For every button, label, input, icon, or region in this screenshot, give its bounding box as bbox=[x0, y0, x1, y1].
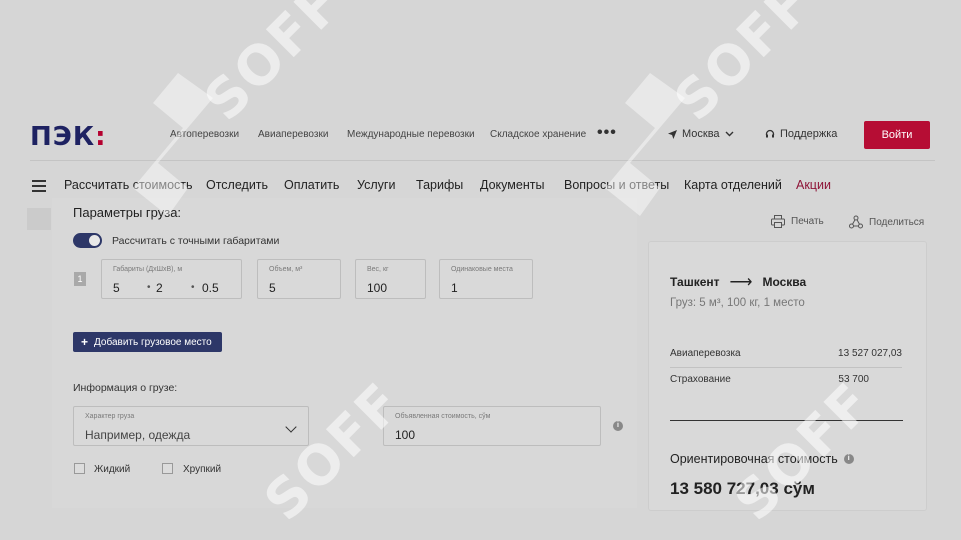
cargo-params-title: Параметры груза: bbox=[73, 205, 182, 220]
declared-value-field[interactable]: Объявленная стоимость, сўм 100 bbox=[383, 406, 601, 446]
route-from: Ташкент bbox=[670, 275, 720, 289]
more-menu-icon[interactable]: ••• bbox=[597, 124, 617, 142]
login-button[interactable]: Войти bbox=[864, 121, 930, 149]
nav-calculate[interactable]: Рассчитать стоимость bbox=[64, 178, 193, 192]
city-selector[interactable]: Москва bbox=[668, 128, 734, 140]
nav-auto[interactable]: Автоперевозки bbox=[170, 129, 239, 140]
print-label: Печать bbox=[791, 216, 824, 227]
declared-value-input[interactable]: 100 bbox=[395, 428, 415, 442]
share-label: Поделиться bbox=[869, 216, 925, 228]
volume-field[interactable]: Объем, м³ 5 bbox=[257, 259, 341, 299]
share-icon bbox=[849, 215, 863, 229]
total-divider bbox=[670, 420, 903, 421]
cost-label: Страхование bbox=[670, 374, 731, 385]
row-divider bbox=[670, 367, 902, 368]
weight-label: Вес, кг bbox=[367, 266, 389, 273]
support-link[interactable]: Поддержка bbox=[765, 128, 837, 140]
exact-dimensions-toggle[interactable] bbox=[73, 233, 102, 248]
side-tab bbox=[27, 208, 51, 230]
cargo-info-title: Информация о грузе: bbox=[73, 382, 178, 394]
places-input[interactable]: 1 bbox=[451, 281, 458, 295]
weight-field[interactable]: Вес, кг 100 bbox=[355, 259, 426, 299]
cost-amount: 13 527 027,03 bbox=[838, 348, 902, 359]
nav-promotions[interactable]: Акции bbox=[796, 178, 831, 192]
location-arrow-icon bbox=[668, 129, 677, 139]
chevron-down-icon bbox=[725, 131, 734, 137]
width-input[interactable]: 2 bbox=[156, 281, 163, 295]
dim-separator: • bbox=[191, 282, 195, 293]
dimensions-field[interactable]: Габариты (ДхШхВ), м 5 • 2 • 0.5 bbox=[101, 259, 242, 299]
volume-label: Объем, м³ bbox=[269, 266, 303, 273]
nav-faq[interactable]: Вопросы и ответы bbox=[564, 178, 669, 192]
cargo-summary: Груз: 5 м³, 100 кг, 1 место bbox=[670, 297, 805, 309]
estimate-value: 13 580 727,03 сўм bbox=[670, 479, 815, 498]
declared-value-label: Объявленная стоимость, сўм bbox=[395, 413, 491, 420]
places-label: Одинаковые места bbox=[451, 266, 513, 273]
weight-input[interactable]: 100 bbox=[367, 281, 387, 295]
nav-international[interactable]: Международные перевозки bbox=[347, 129, 475, 140]
length-input[interactable]: 5 bbox=[113, 281, 120, 295]
city-label: Москва bbox=[682, 128, 720, 140]
cargo-nature-label: Характер груза bbox=[85, 413, 135, 420]
pek-logo[interactable]: ПЭК: bbox=[30, 122, 107, 152]
nav-avia[interactable]: Авиаперевозки bbox=[258, 129, 328, 140]
arrow-right-icon: ⟶ bbox=[729, 274, 753, 291]
volume-input[interactable]: 5 bbox=[269, 281, 276, 295]
nav-storage[interactable]: Складское хранение bbox=[490, 129, 586, 140]
printer-icon bbox=[771, 215, 785, 228]
nav-offices-map[interactable]: Карта отделений bbox=[684, 178, 782, 192]
header-divider bbox=[30, 160, 935, 161]
toggle-label: Рассчитать с точными габаритами bbox=[112, 235, 280, 247]
dim-separator: • bbox=[147, 282, 151, 293]
watermark-logo-icon bbox=[605, 73, 685, 216]
fragile-label: Хрупкий bbox=[183, 464, 222, 475]
watermark-logo-icon bbox=[133, 73, 213, 216]
add-cargo-label: Добавить грузовое место bbox=[94, 336, 212, 348]
share-button[interactable]: Поделиться bbox=[849, 215, 924, 229]
nav-documents[interactable]: Документы bbox=[480, 178, 544, 192]
info-icon[interactable]: i bbox=[613, 421, 623, 431]
places-field[interactable]: Одинаковые места 1 bbox=[439, 259, 533, 299]
print-button[interactable]: Печать bbox=[771, 215, 824, 228]
nav-pay[interactable]: Оплатить bbox=[284, 178, 339, 192]
cost-amount: 53 700 bbox=[838, 374, 869, 385]
add-cargo-place-button[interactable]: + Добавить грузовое место bbox=[73, 332, 222, 352]
nav-tariffs[interactable]: Тарифы bbox=[416, 178, 463, 192]
cost-row-avia: Авиаперевозка 13 527 027,03 bbox=[670, 348, 902, 359]
cargo-place-number: 1 bbox=[74, 272, 86, 286]
headset-icon bbox=[765, 129, 775, 138]
plus-icon: + bbox=[81, 335, 89, 349]
dimensions-label: Габариты (ДхШхВ), м bbox=[113, 266, 183, 273]
route: Ташкент ⟶ Москва bbox=[670, 272, 806, 292]
cargo-nature-placeholder: Например, одежда bbox=[85, 428, 191, 442]
nav-track[interactable]: Отследить bbox=[206, 178, 268, 192]
height-input[interactable]: 0.5 bbox=[202, 281, 219, 295]
info-icon[interactable]: i bbox=[843, 454, 854, 464]
liquid-checkbox[interactable] bbox=[74, 463, 85, 474]
support-label: Поддержка bbox=[780, 128, 838, 140]
route-to: Москва bbox=[762, 275, 807, 289]
cost-label: Авиаперевозка bbox=[670, 348, 741, 359]
cost-row-insurance: Страхование 53 700 bbox=[670, 374, 902, 385]
liquid-label: Жидкий bbox=[94, 464, 131, 475]
estimate-label: Ориентировочная стоимость i bbox=[670, 452, 854, 466]
hamburger-menu-icon[interactable] bbox=[32, 180, 46, 195]
fragile-checkbox[interactable] bbox=[162, 463, 173, 474]
cargo-nature-select[interactable]: Характер груза Например, одежда bbox=[73, 406, 309, 446]
nav-services[interactable]: Услуги bbox=[357, 178, 395, 192]
